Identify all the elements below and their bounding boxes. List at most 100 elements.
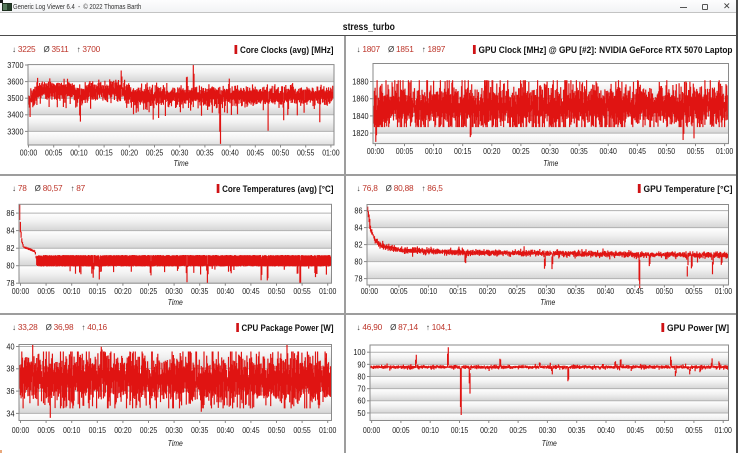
svg-text:00:55: 00:55 (687, 147, 705, 156)
svg-text:01:00: 01:00 (319, 287, 337, 296)
svg-text:3600: 3600 (7, 78, 24, 87)
svg-text:00:05: 00:05 (392, 426, 410, 435)
svg-text:01:00: 01:00 (322, 148, 340, 157)
svg-text:00:40: 00:40 (217, 287, 235, 296)
svg-text:00:50: 00:50 (268, 426, 286, 435)
svg-text:36: 36 (6, 387, 15, 396)
svg-text:00:55: 00:55 (685, 287, 703, 296)
svg-text:3400: 3400 (7, 111, 24, 120)
svg-text:00:05: 00:05 (390, 287, 408, 296)
svg-text:70: 70 (357, 385, 366, 394)
svg-text:82: 82 (6, 244, 15, 253)
svg-text:01:00: 01:00 (715, 287, 733, 296)
svg-text:00:10: 00:10 (420, 287, 438, 296)
svg-text:00:30: 00:30 (539, 426, 557, 435)
svg-text:00:50: 00:50 (272, 148, 290, 157)
svg-text:00:25: 00:25 (512, 147, 530, 156)
svg-text:00:20: 00:20 (479, 287, 497, 296)
svg-text:38: 38 (6, 365, 15, 374)
svg-text:00:45: 00:45 (626, 287, 644, 296)
svg-text:00:00: 00:00 (363, 426, 381, 435)
svg-text:00:10: 00:10 (70, 148, 88, 157)
svg-text:00:25: 00:25 (508, 287, 526, 296)
svg-text:00:55: 00:55 (293, 426, 311, 435)
svg-text:00:50: 00:50 (658, 147, 676, 156)
svg-text:00:35: 00:35 (191, 426, 209, 435)
svg-text:1840: 1840 (352, 112, 369, 121)
svg-text:3300: 3300 (7, 127, 24, 136)
svg-text:00:20: 00:20 (480, 426, 498, 435)
svg-text:00:10: 00:10 (63, 287, 81, 296)
svg-text:00:50: 00:50 (656, 426, 674, 435)
svg-text:00:35: 00:35 (568, 426, 586, 435)
svg-text:00:50: 00:50 (268, 287, 286, 296)
svg-text:00:45: 00:45 (627, 426, 645, 435)
svg-text:40: 40 (6, 342, 15, 351)
svg-text:Time: Time (168, 439, 183, 448)
svg-text:100: 100 (353, 348, 366, 357)
svg-text:00:30: 00:30 (538, 287, 556, 296)
svg-text:00:10: 00:10 (422, 426, 440, 435)
svg-text:00:25: 00:25 (146, 148, 164, 157)
svg-text:34: 34 (6, 409, 15, 418)
svg-text:Time: Time (542, 439, 557, 448)
svg-text:00:55: 00:55 (685, 426, 703, 435)
svg-text:3500: 3500 (7, 94, 24, 103)
svg-text:Time: Time (168, 298, 183, 307)
svg-text:00:00: 00:00 (20, 148, 38, 157)
svg-text:00:15: 00:15 (451, 426, 469, 435)
svg-text:00:00: 00:00 (12, 426, 30, 435)
svg-text:00:35: 00:35 (196, 148, 214, 157)
svg-text:00:40: 00:40 (600, 147, 618, 156)
svg-text:00:30: 00:30 (171, 148, 189, 157)
svg-text:82: 82 (354, 241, 363, 250)
svg-text:01:00: 01:00 (715, 426, 733, 435)
svg-text:00:40: 00:40 (221, 148, 239, 157)
svg-text:00:35: 00:35 (567, 287, 585, 296)
svg-text:00:05: 00:05 (45, 148, 63, 157)
svg-text:84: 84 (354, 224, 363, 233)
svg-text:00:00: 00:00 (367, 147, 385, 156)
svg-text:84: 84 (6, 227, 15, 236)
svg-text:01:00: 01:00 (716, 147, 734, 156)
svg-text:00:30: 00:30 (165, 426, 183, 435)
svg-text:00:45: 00:45 (242, 426, 260, 435)
svg-text:00:55: 00:55 (293, 287, 311, 296)
svg-text:00:50: 00:50 (656, 287, 674, 296)
svg-text:00:40: 00:40 (217, 426, 235, 435)
svg-text:1860: 1860 (352, 95, 369, 104)
svg-text:00:05: 00:05 (396, 147, 414, 156)
svg-text:00:15: 00:15 (95, 148, 113, 157)
svg-text:00:00: 00:00 (361, 287, 379, 296)
svg-text:00:15: 00:15 (89, 287, 107, 296)
svg-text:00:20: 00:20 (121, 148, 139, 157)
svg-text:86: 86 (6, 209, 15, 218)
svg-text:00:40: 00:40 (597, 426, 615, 435)
svg-text:80: 80 (354, 258, 363, 267)
svg-text:80: 80 (6, 262, 15, 271)
svg-text:78: 78 (354, 275, 363, 284)
svg-text:00:20: 00:20 (114, 287, 132, 296)
svg-text:00:05: 00:05 (37, 426, 55, 435)
svg-text:3700: 3700 (7, 61, 24, 70)
svg-text:00:00: 00:00 (12, 287, 30, 296)
svg-text:00:20: 00:20 (483, 147, 501, 156)
svg-text:00:30: 00:30 (541, 147, 559, 156)
svg-text:00:40: 00:40 (597, 287, 615, 296)
svg-text:01:00: 01:00 (319, 426, 337, 435)
svg-text:00:10: 00:10 (425, 147, 443, 156)
svg-text:1820: 1820 (352, 129, 369, 138)
svg-text:00:45: 00:45 (629, 147, 647, 156)
svg-text:00:10: 00:10 (63, 426, 81, 435)
svg-text:00:25: 00:25 (140, 426, 158, 435)
svg-text:00:15: 00:15 (454, 147, 472, 156)
svg-text:00:45: 00:45 (247, 148, 265, 157)
svg-text:1880: 1880 (352, 77, 369, 86)
svg-text:Time: Time (543, 159, 558, 168)
svg-text:50: 50 (357, 409, 366, 418)
svg-text:00:25: 00:25 (140, 287, 158, 296)
svg-text:80: 80 (357, 372, 366, 381)
svg-text:86: 86 (354, 207, 363, 216)
svg-text:00:05: 00:05 (37, 287, 55, 296)
svg-text:00:30: 00:30 (165, 287, 183, 296)
